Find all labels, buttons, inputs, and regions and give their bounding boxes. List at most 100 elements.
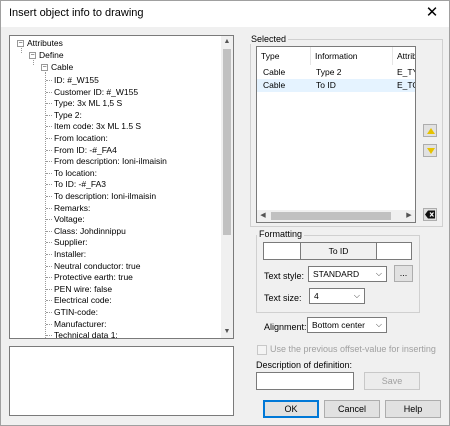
column-header-type[interactable]: Type <box>257 47 311 65</box>
attribute-tree[interactable]: − Attributes − Define − Cable ID: #_W155… <box>9 35 234 339</box>
tree-connector <box>46 103 52 105</box>
selected-group-label: Selected <box>249 34 289 44</box>
close-icon[interactable]: ✕ <box>423 4 441 22</box>
cell-information: Type 2 <box>316 67 342 77</box>
suffix-field[interactable] <box>376 242 412 260</box>
tree-node-attribute[interactable]: Item code: 3x ML 1.5 S <box>54 120 141 132</box>
remove-button[interactable] <box>423 208 437 221</box>
formatting-group-label: Formatting <box>257 229 305 239</box>
tree-connector <box>46 277 52 279</box>
tree-node-attribute[interactable]: Customer ID: #_W155 <box>54 86 138 98</box>
offset-checkbox-label[interactable]: Use the previous offset-value for insert… <box>270 344 436 354</box>
tree-node-attribute[interactable]: To ID: -#_FA3 <box>54 178 106 190</box>
cell-information: To ID <box>316 80 336 90</box>
save-button[interactable]: Save <box>364 372 420 390</box>
list-horizontal-scrollbar[interactable]: ◀ ▶ <box>257 210 415 222</box>
tree-content: − Attributes − Define − Cable ID: #_W155… <box>10 36 221 338</box>
tree-connector <box>46 126 52 128</box>
chevron-down-icon: ⌵ <box>375 269 382 278</box>
chevron-down-icon: ⌵ <box>353 291 360 300</box>
delete-icon <box>425 210 435 219</box>
description-label: Description of definition: <box>256 360 353 370</box>
tree-node-attribute[interactable]: Installer: <box>54 248 86 260</box>
dialog-window: Insert object info to drawing ✕ − Attrib… <box>0 0 450 426</box>
move-up-button[interactable] <box>423 124 437 137</box>
tree-node-attribute[interactable]: GTIN-code: <box>54 306 98 318</box>
help-button[interactable]: Help <box>385 400 441 418</box>
scroll-thumb[interactable] <box>223 49 231 235</box>
cell-type: Cable <box>263 80 286 90</box>
tree-node-attribute[interactable]: From location: <box>54 132 108 144</box>
tree-connector <box>46 114 52 116</box>
browse-button[interactable]: ... <box>394 265 413 282</box>
scroll-up-icon[interactable]: ▲ <box>221 36 233 48</box>
tree-node-attribute[interactable]: Voltage: <box>54 213 85 225</box>
alignment-label: Alignment: <box>264 322 307 332</box>
cancel-button[interactable]: Cancel <box>324 400 380 418</box>
selected-list[interactable]: Type Information Attrib Cable Type 2 E_T… <box>256 46 416 223</box>
tree-scrollbar[interactable]: ▲ ▼ <box>221 36 233 338</box>
cell-attribute: E_TY <box>397 67 415 77</box>
text-size-value: 4 <box>314 291 319 301</box>
tree-node-attribute[interactable]: To location: <box>54 167 97 179</box>
format-value-field[interactable]: To ID <box>300 242 377 260</box>
tree-connector <box>46 172 52 174</box>
collapse-icon[interactable]: − <box>41 64 48 71</box>
tree-node-attribute[interactable]: To description: Ioni-ilmaisin <box>54 190 156 202</box>
offset-checkbox[interactable] <box>257 345 267 355</box>
tree-node-attribute[interactable]: Neutral conductor: true <box>54 260 140 272</box>
cell-type: Cable <box>263 67 286 77</box>
tree-connector <box>46 161 52 163</box>
tree-node-attribute[interactable]: From ID: -#_FA4 <box>54 144 117 156</box>
tree-node-attribute[interactable]: Supplier: <box>54 236 88 248</box>
text-size-select[interactable]: 4 ⌵ <box>309 288 365 304</box>
description-input[interactable] <box>256 372 354 390</box>
tree-node-attribute[interactable]: ID: #_W155 <box>54 74 99 86</box>
collapse-icon[interactable]: − <box>17 40 24 47</box>
tree-node-define[interactable]: Define <box>39 49 64 61</box>
tree-connector <box>46 91 52 93</box>
column-header-information[interactable]: Information <box>311 47 393 65</box>
selected-row[interactable]: Cable To ID E_TO <box>257 79 415 92</box>
tree-node-attribute[interactable]: Type: 3x ML 1,5 S <box>54 97 122 109</box>
tree-connector <box>46 184 52 186</box>
move-down-button[interactable] <box>423 144 437 157</box>
arrow-up-icon <box>427 128 435 134</box>
selected-row[interactable]: Cable Type 2 E_TY <box>257 66 415 79</box>
ok-button[interactable]: OK <box>263 400 319 418</box>
tree-node-attribute[interactable]: Protective earth: true <box>54 271 133 283</box>
text-style-select[interactable]: STANDARD ⌵ <box>308 266 387 282</box>
scroll-right-icon[interactable]: ▶ <box>403 210 415 222</box>
tree-connector <box>21 48 22 53</box>
tree-connector <box>46 149 52 151</box>
tree-node-attribute[interactable]: PEN wire: false <box>54 283 112 295</box>
attribute-description-box <box>9 346 234 416</box>
tree-connector <box>46 219 52 221</box>
column-header-attribute[interactable]: Attrib <box>393 47 415 65</box>
tree-node-cable[interactable]: Cable <box>51 61 73 73</box>
collapse-icon[interactable]: − <box>29 52 36 59</box>
tree-node-attribute[interactable]: Electrical code: <box>54 294 112 306</box>
cell-attribute: E_TO <box>397 80 415 90</box>
alignment-select[interactable]: Bottom center ⌵ <box>307 317 387 333</box>
tree-node-attribute[interactable]: From description: Ioni-ilmaisin <box>54 155 167 167</box>
tree-node-attribute[interactable]: Type 2: <box>54 109 82 121</box>
tree-connector <box>46 80 52 81</box>
text-style-label: Text style: <box>264 271 305 281</box>
scroll-thumb[interactable] <box>271 212 391 220</box>
tree-node-attribute[interactable]: Technical data 1: <box>54 329 118 338</box>
scroll-down-icon[interactable]: ▼ <box>221 326 233 338</box>
tree-node-attributes[interactable]: Attributes <box>27 37 63 49</box>
text-size-label: Text size: <box>264 293 302 303</box>
tree-node-attribute[interactable]: Remarks: <box>54 202 90 214</box>
tree-connector <box>46 230 52 232</box>
tree-connector <box>46 196 52 197</box>
tree-node-attribute[interactable]: Class: Johdinnippu <box>54 225 126 237</box>
window-title: Insert object info to drawing <box>9 7 144 19</box>
prefix-field[interactable] <box>263 242 301 260</box>
tree-connector <box>46 323 52 325</box>
scroll-left-icon[interactable]: ◀ <box>257 210 269 222</box>
alignment-value: Bottom center <box>312 320 365 330</box>
tree-connector <box>45 72 46 338</box>
tree-node-attribute[interactable]: Manufacturer: <box>54 318 106 330</box>
